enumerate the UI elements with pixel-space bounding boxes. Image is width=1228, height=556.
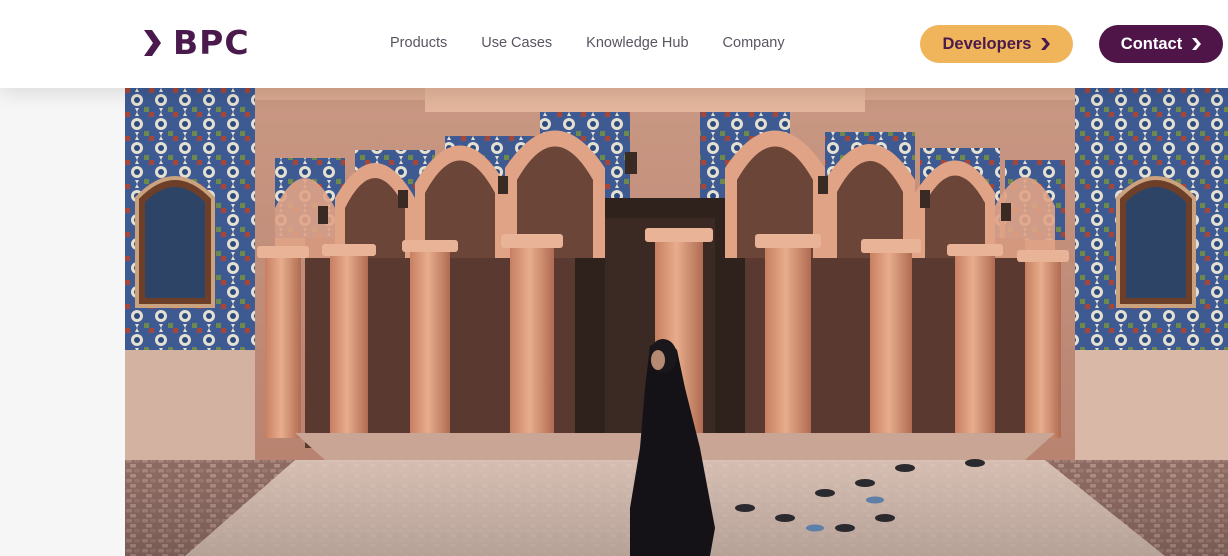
developers-button[interactable]: Developers: [920, 25, 1073, 63]
chevron-right-icon: [1041, 38, 1051, 50]
nav-products[interactable]: Products: [390, 34, 447, 52]
nav-knowledge-hub[interactable]: Knowledge Hub: [586, 34, 688, 52]
contact-button[interactable]: Contact: [1099, 25, 1223, 63]
bpc-logo[interactable]: BPC: [143, 26, 250, 60]
site-header: BPC Products Use Cases Knowledge Hub Com…: [0, 0, 1228, 88]
nav-use-cases[interactable]: Use Cases: [481, 34, 552, 52]
logo-text: BPC: [173, 23, 250, 62]
contact-button-label: Contact: [1120, 34, 1183, 53]
mosque-photo: [125, 88, 1228, 556]
logo-chevron-icon: [144, 30, 161, 56]
hero-image: [125, 88, 1228, 556]
developers-button-label: Developers: [942, 34, 1032, 53]
nav-company[interactable]: Company: [723, 34, 785, 52]
chevron-right-icon: [1192, 38, 1202, 50]
main-nav: Products Use Cases Knowledge Hub Company: [390, 34, 785, 52]
